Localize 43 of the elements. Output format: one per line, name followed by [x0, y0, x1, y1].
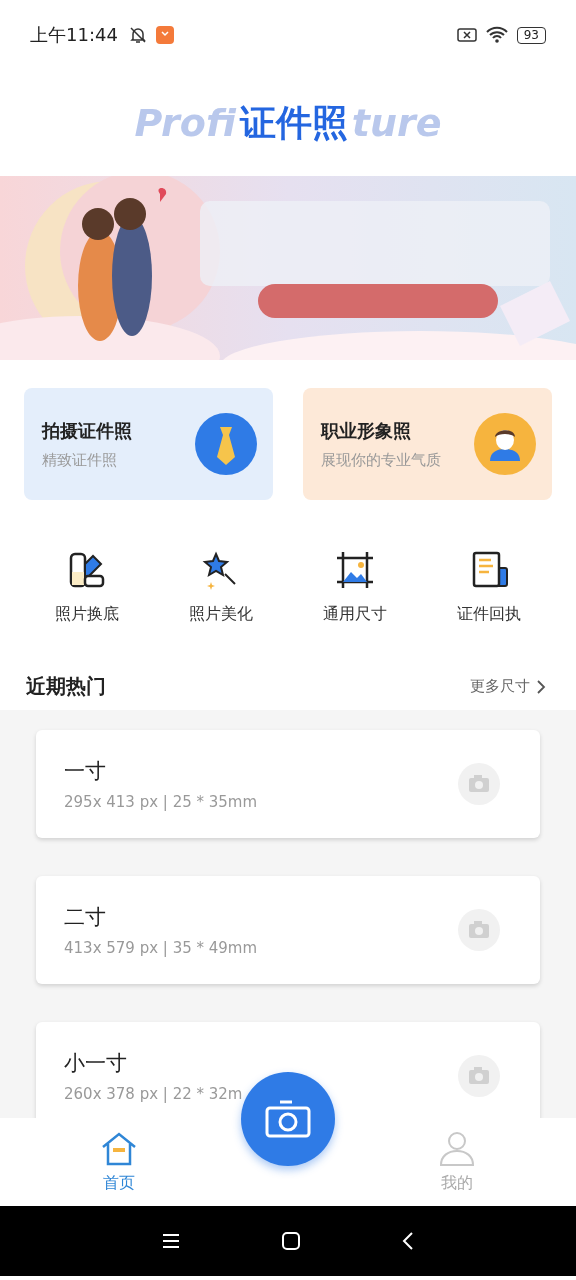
logo-background-text: ture	[351, 101, 442, 145]
card-title: 拍摄证件照	[42, 418, 133, 443]
size-spec: 295x 413 px | 25 * 35mm	[64, 793, 259, 811]
image-frame-icon[interactable]	[335, 550, 375, 590]
size-card[interactable]: 一寸 295x 413 px | 25 * 35mm	[36, 730, 540, 838]
color-swatch-icon[interactable]	[67, 550, 107, 590]
card-subtitle: 精致证件照	[42, 450, 118, 470]
tab-item[interactable]: 首页	[0, 1118, 238, 1206]
size-name: 二寸	[64, 904, 107, 931]
size-name: 小一寸	[64, 1050, 128, 1077]
home-square-icon[interactable]	[281, 1231, 301, 1251]
tie-icon	[195, 413, 257, 475]
tool-label[interactable]: 照片换底	[55, 604, 119, 625]
tool-label[interactable]: 通用尺寸	[323, 604, 387, 625]
more-sizes-link[interactable]: 更多尺寸	[470, 677, 530, 696]
app-icon	[155, 26, 174, 44]
tool-label[interactable]: 照片美化	[189, 604, 253, 625]
status-time: 上午11:44	[30, 23, 118, 47]
size-spec: 413x 579 px | 35 * 49mm	[64, 939, 259, 957]
card-subtitle: 展现你的专业气质	[321, 450, 442, 470]
bell-off-icon	[127, 25, 148, 45]
camera-button[interactable]	[241, 1072, 335, 1166]
size-card[interactable]: 小一寸 260x 378 px | 22 * 32m	[36, 1022, 540, 1118]
size-name: 一寸	[64, 758, 107, 785]
card-title: 职业形象照	[321, 418, 412, 443]
menu-icon[interactable]	[161, 1233, 181, 1249]
size-spec: 260x 378 px | 22 * 32m	[64, 1085, 244, 1103]
battery-level: 93	[516, 26, 546, 44]
section-title: 近期热门	[26, 673, 106, 700]
wifi-icon	[484, 26, 509, 44]
tool-label[interactable]: 证件回执	[457, 604, 521, 625]
logo-background-text: Profi	[134, 101, 236, 145]
person-avatar-icon	[474, 413, 536, 475]
back-icon[interactable]	[401, 1231, 415, 1251]
person-icon	[438, 1130, 476, 1167]
chevron-right-icon[interactable]	[536, 678, 546, 695]
app-logo-title: 证件照	[239, 100, 348, 145]
feature-card[interactable]: 职业形象照 展现你的专业气质	[303, 388, 552, 500]
sim-icon	[456, 27, 477, 43]
feature-card[interactable]: 拍摄证件照 精致证件照	[24, 388, 273, 500]
size-card[interactable]: 二寸 413x 579 px | 35 * 49mm	[36, 876, 540, 984]
camera-icon	[264, 1099, 312, 1139]
home-icon	[100, 1130, 138, 1167]
